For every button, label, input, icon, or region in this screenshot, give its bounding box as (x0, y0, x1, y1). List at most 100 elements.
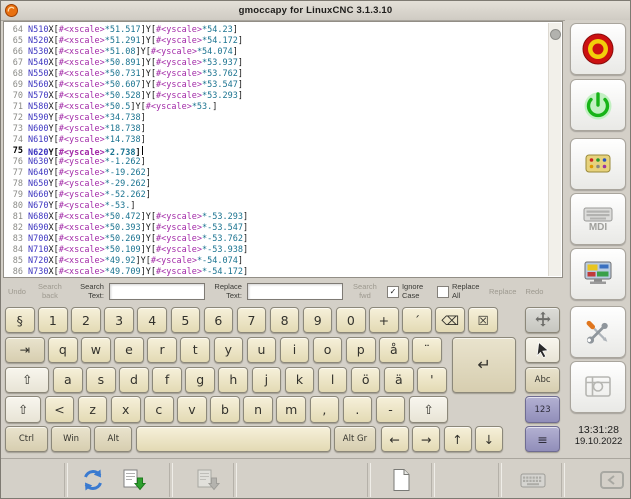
key-w[interactable]: w (81, 337, 111, 363)
gcode-line[interactable]: 82N690X[#<xscale>*50.393]Y[#<yscale>*-53… (4, 223, 562, 234)
keyboard-toggle-button[interactable] (513, 462, 553, 498)
key-ouml[interactable]: ö (351, 367, 381, 393)
key-shift-left-2[interactable]: ⇧ (5, 396, 41, 422)
gcode-line[interactable]: 69N560X[#<xscale>*50.607]Y[#<yscale>*53.… (4, 80, 562, 91)
key-section[interactable]: § (5, 307, 35, 333)
key-move[interactable] (525, 307, 560, 333)
key-i[interactable]: i (280, 337, 310, 363)
key-minus[interactable]: - (376, 396, 406, 422)
keypad-button[interactable] (570, 138, 626, 190)
gcode-line[interactable]: 85N720X[#<xscale>*49.92]Y[#<yscale>*-54.… (4, 256, 562, 267)
key-u[interactable]: u (247, 337, 277, 363)
gcode-editor[interactable]: 64N510X[#<xscale>*51.517]Y[#<yscale>*54.… (3, 21, 563, 278)
key-7[interactable]: 7 (237, 307, 267, 333)
gcode-line[interactable]: 84N710X[#<xscale>*50.109]Y[#<yscale>*-53… (4, 245, 562, 256)
key-v[interactable]: v (177, 396, 207, 422)
search-fwd-button[interactable]: Search fwd (348, 282, 382, 301)
key-8[interactable]: 8 (270, 307, 300, 333)
key-less[interactable]: < (45, 396, 75, 422)
key-n[interactable]: n (243, 396, 273, 422)
key-backspace[interactable]: ⌫ (435, 307, 465, 333)
key-shift-left[interactable]: ⇧ (5, 367, 49, 393)
key-3[interactable]: 3 (104, 307, 134, 333)
gcode-line[interactable]: 75N620Y[#<yscale>*2.738] (4, 146, 562, 157)
key-m[interactable]: m (276, 396, 306, 422)
ignore-case-checkbox[interactable]: ✓ Ignore Case (387, 283, 432, 300)
key-a[interactable]: a (53, 367, 83, 393)
back-button[interactable] (592, 462, 631, 498)
key-win[interactable]: Win (51, 426, 91, 452)
gcode-line[interactable]: 79N660Y[#<yscale>*-52.262] (4, 190, 562, 201)
gcode-line[interactable]: 66N530X[#<xscale>*51.08]Y[#<yscale>*54.0… (4, 47, 562, 58)
gcode-line[interactable]: 81N680X[#<xscale>*50.472]Y[#<yscale>*-53… (4, 212, 562, 223)
new-file-button[interactable] (381, 462, 421, 498)
search-back-button[interactable]: Search back (33, 282, 67, 301)
key-arrow-right[interactable]: → (412, 426, 440, 452)
gcode-line[interactable]: 78N650Y[#<yscale>*-29.262] (4, 179, 562, 190)
gcode-line[interactable]: 71N580X[#<xscale>*50.5]Y[#<yscale>*53.] (4, 102, 562, 113)
key-t[interactable]: t (180, 337, 210, 363)
gcode-line[interactable]: 76N630Y[#<yscale>*-1.262] (4, 157, 562, 168)
key-space[interactable] (136, 426, 331, 452)
key-s[interactable]: s (86, 367, 116, 393)
key-aring[interactable]: å (379, 337, 409, 363)
key-clear[interactable]: ☒ (468, 307, 498, 333)
gcode-line[interactable]: 77N640Y[#<yscale>*-19.262] (4, 168, 562, 179)
key-auml[interactable]: ä (384, 367, 414, 393)
key-y[interactable]: y (214, 337, 244, 363)
replace-button[interactable]: Replace (487, 286, 519, 297)
key-altgr[interactable]: Alt Gr (334, 426, 375, 452)
key-4[interactable]: 4 (137, 307, 167, 333)
redo-button[interactable]: Redo (523, 286, 545, 297)
gcode-line[interactable]: 67N540X[#<xscale>*50.891]Y[#<yscale>*53.… (4, 58, 562, 69)
key-apostrophe[interactable]: ' (417, 367, 447, 393)
replace-all-checkbox[interactable]: Replace All (437, 283, 482, 300)
key-dieresis[interactable]: ¨ (412, 337, 442, 363)
editor-scrollbar[interactable] (548, 23, 561, 276)
key-x[interactable]: x (111, 396, 141, 422)
key-menu[interactable]: ≡ (525, 426, 560, 452)
key-comma[interactable]: , (310, 396, 340, 422)
key-g[interactable]: g (185, 367, 215, 393)
gcode-line[interactable]: 64N510X[#<xscale>*51.517]Y[#<yscale>*54.… (4, 25, 562, 36)
gcode-line[interactable]: 74N610Y[#<yscale>*14.738] (4, 135, 562, 146)
undo-button[interactable]: Undo (6, 286, 28, 297)
replace-text-input[interactable] (247, 283, 343, 300)
key-f[interactable]: f (152, 367, 182, 393)
key-r[interactable]: r (147, 337, 177, 363)
tools-button[interactable] (570, 306, 626, 358)
save-button[interactable] (113, 462, 153, 498)
key-shift-right[interactable]: ⇧ (409, 396, 449, 422)
search-text-input[interactable] (109, 283, 205, 300)
scrollbar-thumb[interactable] (550, 29, 561, 40)
key-1[interactable]: 1 (38, 307, 68, 333)
gcode-line[interactable]: 70N570X[#<xscale>*50.528]Y[#<yscale>*53.… (4, 91, 562, 102)
key-plus[interactable]: + (369, 307, 399, 333)
key-numbers[interactable]: 123 (525, 396, 560, 422)
offsets-button[interactable] (570, 361, 626, 413)
key-j[interactable]: j (252, 367, 282, 393)
titlebar[interactable]: gmoccapy for LinuxCNC 3.1.3.10 (1, 1, 630, 21)
key-q[interactable]: q (48, 337, 78, 363)
key-acute[interactable]: ´ (402, 307, 432, 333)
key-d[interactable]: d (119, 367, 149, 393)
key-o[interactable]: o (313, 337, 343, 363)
key-arrow-left[interactable]: ← (381, 426, 409, 452)
gcode-line[interactable]: 83N700X[#<xscale>*50.269]Y[#<yscale>*-53… (4, 234, 562, 245)
key-z[interactable]: z (78, 396, 108, 422)
gcode-line[interactable]: 65N520X[#<xscale>*51.291]Y[#<yscale>*54.… (4, 36, 562, 47)
key-period[interactable]: . (343, 396, 373, 422)
key-pointer[interactable] (525, 337, 560, 363)
key-9[interactable]: 9 (303, 307, 333, 333)
key-e[interactable]: e (114, 337, 144, 363)
key-6[interactable]: 6 (204, 307, 234, 333)
key-k[interactable]: k (285, 367, 315, 393)
key-0[interactable]: 0 (336, 307, 366, 333)
key-p[interactable]: p (346, 337, 376, 363)
key-2[interactable]: 2 (71, 307, 101, 333)
power-button[interactable] (570, 79, 626, 131)
settings-button[interactable] (570, 248, 626, 300)
key-abc[interactable]: Abc (525, 367, 560, 393)
key-tab[interactable]: ⇥ (5, 337, 45, 363)
gcode-line[interactable]: 73N600Y[#<yscale>*18.738] (4, 124, 562, 135)
